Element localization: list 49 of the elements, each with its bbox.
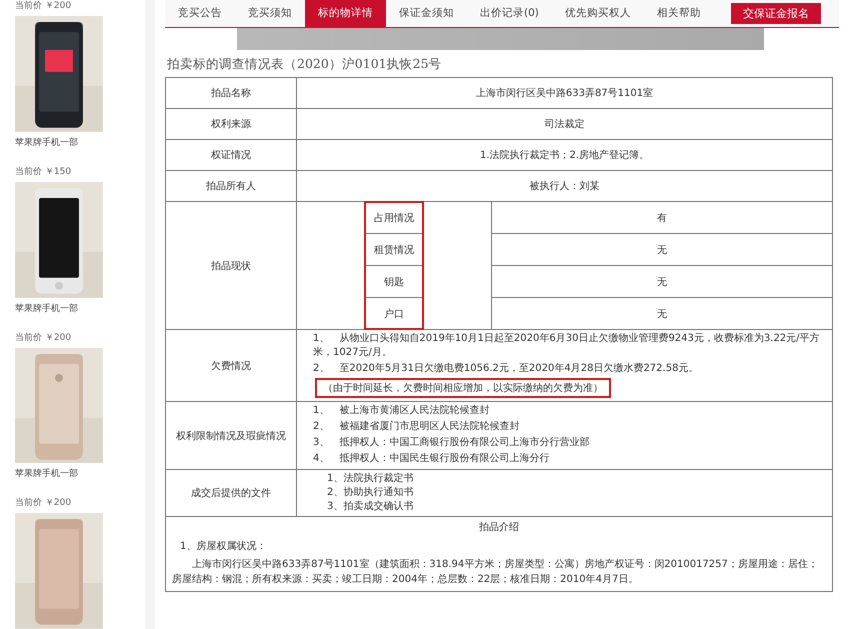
table-cell-text: 上海市闵行区吴中路633弄87号1101室 — [474, 86, 654, 101]
table-cell-text: 租赁情况 — [373, 244, 415, 258]
list-line: 4、 抵押权人：中国民生银行股份有限公司上海分行 — [312, 452, 550, 466]
list-line: 3、 抵押权人：中国工商银行股份有限公司上海市分行营业部 — [312, 436, 590, 450]
current-price: 当前价 ￥200 — [15, 496, 72, 510]
table-cell-text: 占用情况 — [373, 212, 415, 226]
note: （由于时间延长，欠费时间相应增加，以实际缴纳的欠费为准） — [315, 378, 611, 398]
list-line: 1、 从物业口头得知自2019年10月1日起至2020年6月30日止欠缴物业管理费9243元，收费标准为3.22元/平方米，1027元/月。 — [312, 332, 821, 360]
current-price: 当前价 ￥200 — [15, 332, 72, 344]
list-line: 2、 被福建省厦门市思明区人民法院轮候查封 — [312, 420, 520, 434]
list-line: 2、 至2020年5月31日欠缴电费1056.2元，至2020年4月28日欠缴水费272.58元。 — [312, 362, 700, 376]
tab[interactable]: 标的物详情 — [305, 0, 386, 27]
row-label: 欠费情况 — [166, 330, 297, 401]
tab[interactable]: 出价记录(0) — [467, 0, 552, 27]
table-cell-text: 无 — [656, 276, 668, 290]
document-item: 1、法院执行裁定书 — [327, 472, 414, 486]
row-label: 权利限制情况及瑕疵情况 — [166, 402, 297, 469]
current-price: 当前价 ￥150 — [15, 166, 72, 179]
register-button[interactable]: 交保证金报名 — [731, 3, 821, 24]
item-title[interactable]: 苹果牌手机一部 — [15, 463, 145, 486]
row-label: 拍品所有人 — [166, 171, 297, 201]
row-label: 成交后提供的文件 — [166, 470, 297, 516]
table-title: 拍卖标的调查情况表（2020）沪0101执恢25号 — [166, 55, 443, 73]
table-cell-text: 司法裁定 — [544, 118, 586, 132]
intro-paragraph: 上海市闵行区吴中路633弄87号1101室（建筑面积：318.94平方米；房屋类型：公寓）房地产权证号：闵2010017257；房屋用途：居住；房屋结构：钢混；所有权来源：买卖；竣工日期：2004年；总层数：22层；核准日期：2010年4月7日。 — [171, 558, 819, 587]
document-item: 2、协助执行通知书 — [327, 486, 414, 500]
table-cell-text: 1.法院执行裁定书；2.房地产登记簿。 — [478, 148, 650, 163]
row-label: 拍品现状 — [166, 202, 297, 329]
item-title[interactable]: 苹果牌手机一部 — [15, 132, 145, 154]
current-price: 当前价 ￥200 — [15, 0, 72, 13]
row-label: 权利来源 — [166, 109, 297, 139]
intro-subheading: 1、房屋权属状况： — [179, 540, 268, 554]
row-label: 拍品名称 — [166, 78, 297, 108]
table-cell-text: 有 — [656, 212, 668, 226]
tab[interactable]: 优先购买权人 — [552, 0, 644, 27]
tab[interactable]: 保证金须知 — [386, 0, 467, 27]
tab[interactable]: 相关帮助 — [644, 0, 714, 27]
table-cell-text: 无 — [656, 244, 668, 258]
tab[interactable]: 竞买公告 — [165, 0, 235, 27]
tab[interactable]: 竞买须知 — [235, 0, 305, 27]
table-cell-text: 无 — [656, 308, 668, 322]
intro-heading: 拍品介绍 — [478, 520, 520, 535]
table-cell-text: 户口 — [383, 308, 405, 322]
list-line: 1、 被上海市黄浦区人民法院轮候查封 — [312, 404, 490, 418]
table-cell-text: 被执行人：刘某 — [528, 180, 600, 194]
item-title[interactable]: 苹果牌手机一部 — [15, 298, 145, 320]
table-cell-text: 钥匙 — [383, 276, 405, 290]
document-item: 3、拍卖成交确认书 — [327, 500, 414, 514]
row-label: 权证情况 — [166, 140, 297, 170]
